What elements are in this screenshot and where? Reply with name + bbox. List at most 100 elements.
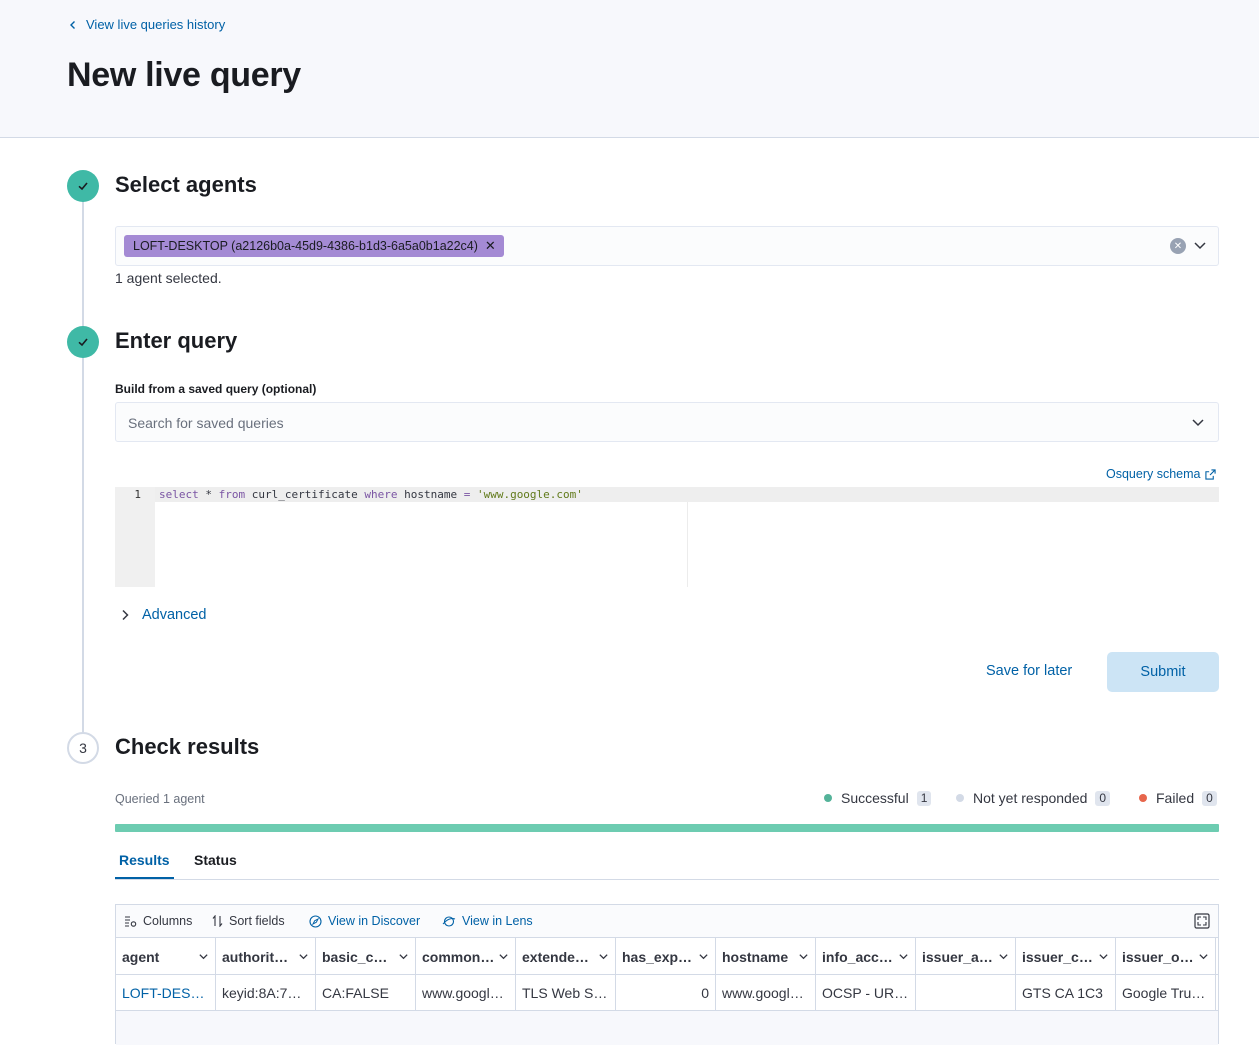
column-header-label: basic_c… xyxy=(322,949,388,965)
save-for-later-button[interactable]: Save for later xyxy=(986,663,1072,679)
table-cell xyxy=(916,975,1016,1011)
view-history-label: View live queries history xyxy=(86,17,226,32)
view-in-discover-label: View in Discover xyxy=(328,914,421,928)
column-header-agent[interactable]: agent xyxy=(116,938,216,975)
chevron-down-icon[interactable] xyxy=(198,951,209,962)
sort-fields-button[interactable]: Sort fields xyxy=(212,914,285,928)
table-cell: OCSP - UR… xyxy=(816,975,916,1011)
discover-compass-icon xyxy=(309,914,322,928)
code-keyword: from xyxy=(218,488,246,501)
clear-selection-icon[interactable]: ✕ xyxy=(1170,238,1186,254)
successful-dot-icon xyxy=(824,794,832,802)
sort-icon xyxy=(212,915,223,927)
step-check-results-title: Check results xyxy=(115,734,260,759)
remove-agent-icon[interactable]: ✕ xyxy=(485,238,496,254)
step-enter-query-title: Enter query xyxy=(115,328,238,353)
column-header-common-name[interactable]: common… xyxy=(416,938,516,975)
column-header-extended[interactable]: extende… xyxy=(516,938,616,975)
agents-combobox[interactable]: LOFT-DESKTOP (a2126b0a-45d9-4386-b1d3-6a… xyxy=(115,226,1219,266)
view-in-lens-button[interactable]: View in Lens xyxy=(442,914,533,928)
chevron-down-icon[interactable] xyxy=(1098,951,1109,962)
grid-toolbar: Columns Sort fields View in Discover Vie… xyxy=(116,905,1218,937)
column-header-issuer-cn[interactable]: issuer_c… xyxy=(1016,938,1116,975)
chevron-down-icon[interactable] xyxy=(398,951,409,962)
column-header-label: info_acc… xyxy=(822,949,893,965)
chevron-down-icon[interactable] xyxy=(498,951,509,962)
column-header-label: extende… xyxy=(522,949,589,965)
chevron-down-icon[interactable] xyxy=(698,951,709,962)
submit-button[interactable]: Submit xyxy=(1107,652,1219,692)
editor-print-margin xyxy=(687,502,688,587)
chevron-down-icon[interactable] xyxy=(998,951,1009,962)
successful-label: Successful xyxy=(841,790,909,806)
sort-fields-label: Sort fields xyxy=(229,914,285,928)
step-3-badge: 3 xyxy=(67,732,99,764)
chevron-down-icon[interactable] xyxy=(898,951,909,962)
code-text: curl_certificate xyxy=(245,488,365,501)
osquery-schema-label: Osquery schema xyxy=(1106,467,1201,481)
saved-query-placeholder: Search for saved queries xyxy=(128,415,284,431)
query-code[interactable]: select * from curl_certificate where hos… xyxy=(159,488,583,501)
table-cell: keyid:8A:7… xyxy=(216,975,316,1011)
steps-connector xyxy=(82,200,84,735)
tab-results-underline xyxy=(115,877,174,879)
column-header-label: agent xyxy=(122,949,160,965)
step-select-agents-title: Select agents xyxy=(115,172,257,197)
lens-icon xyxy=(442,915,456,927)
column-header-label: authorit… xyxy=(222,949,289,965)
column-header-label: has_exp… xyxy=(622,949,693,965)
table-cell: www.googl… xyxy=(716,975,816,1011)
columns-button[interactable]: Columns xyxy=(124,914,192,928)
column-header-authority[interactable]: authorit… xyxy=(216,938,316,975)
view-in-discover-button[interactable]: View in Discover xyxy=(309,914,420,928)
table-row: LOFT-DES… keyid:8A:7… CA:FALSE www.googl… xyxy=(116,975,1218,1011)
chevron-down-icon[interactable] xyxy=(598,951,609,962)
not-responded-count: 0 xyxy=(1095,790,1111,806)
column-header-basic-constraint[interactable]: basic_c… xyxy=(316,938,416,975)
code-keyword: select xyxy=(159,488,199,501)
agent-pill-label: LOFT-DESKTOP (a2126b0a-45d9-4386-b1d3-6a… xyxy=(133,239,478,253)
view-history-link[interactable]: View live queries history xyxy=(68,17,225,32)
editor-gutter: 1 xyxy=(115,487,155,587)
column-header-issuer-org[interactable]: issuer_o… xyxy=(1116,938,1216,975)
column-header-info-access[interactable]: info_acc… xyxy=(816,938,916,975)
grid-empty-area xyxy=(116,1011,1218,1045)
table-cell: CA:FALSE xyxy=(316,975,416,1011)
column-header-label: issuer_a… xyxy=(922,949,993,965)
fullscreen-icon[interactable] xyxy=(1194,913,1210,929)
table-cell: www.googl… xyxy=(416,975,516,1011)
query-editor[interactable]: 1 select * from curl_certificate where h… xyxy=(115,487,1219,587)
saved-query-label: Build from a saved query (optional) xyxy=(115,382,317,396)
check-icon xyxy=(78,182,88,191)
tab-results[interactable]: Results xyxy=(119,852,170,868)
chevron-down-icon[interactable] xyxy=(798,951,809,962)
chevron-left-icon xyxy=(70,20,75,29)
chevron-down-icon[interactable] xyxy=(298,951,309,962)
check-icon xyxy=(78,338,88,347)
agent-count-text: 1 agent selected. xyxy=(115,270,222,286)
queried-agents-text: Queried 1 agent xyxy=(115,792,205,806)
status-failed: Failed 0 xyxy=(1139,790,1217,806)
saved-query-combobox[interactable]: Search for saved queries xyxy=(115,402,1219,442)
chevron-down-icon[interactable] xyxy=(1192,237,1208,253)
step-2-complete-badge xyxy=(67,326,99,358)
tab-status[interactable]: Status xyxy=(194,852,237,868)
advanced-toggle[interactable]: Advanced xyxy=(120,607,207,623)
column-header-label: hostname xyxy=(722,949,789,965)
chevron-down-icon[interactable] xyxy=(1190,414,1206,430)
osquery-schema-link[interactable]: Osquery schema xyxy=(1106,467,1217,481)
code-text: hostname xyxy=(397,488,464,501)
selected-agent-pill: LOFT-DESKTOP (a2126b0a-45d9-4386-b1d3-6a… xyxy=(124,235,504,257)
column-header-has-expired[interactable]: has_exp… xyxy=(616,938,716,975)
status-not-responded: Not yet responded 0 xyxy=(956,790,1111,806)
advanced-label: Advanced xyxy=(142,607,207,623)
column-header-hostname[interactable]: hostname xyxy=(716,938,816,975)
table-cell-agent[interactable]: LOFT-DES… xyxy=(116,975,216,1011)
page-header: View live queries history New live query xyxy=(0,0,1259,138)
column-header-issuer-alt[interactable]: issuer_a… xyxy=(916,938,1016,975)
table-cell: TLS Web S… xyxy=(516,975,616,1011)
chevron-down-icon[interactable] xyxy=(1198,951,1209,962)
code-string: 'www.google.com' xyxy=(476,488,583,501)
columns-icon xyxy=(125,916,137,927)
failed-dot-icon xyxy=(1139,794,1147,802)
